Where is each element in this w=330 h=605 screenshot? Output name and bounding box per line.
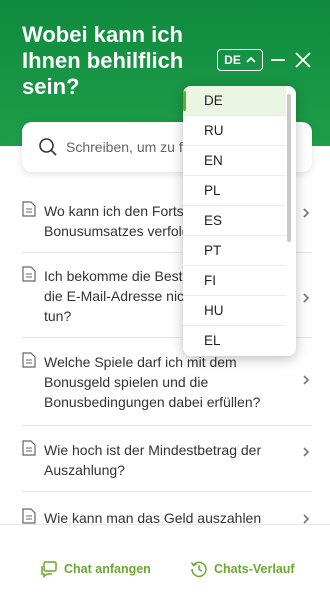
document-icon xyxy=(22,352,36,368)
chat-history-button[interactable]: Chats-Verlauf xyxy=(190,559,295,579)
chat-history-label: Chats-Verlauf xyxy=(214,562,295,576)
history-icon xyxy=(190,561,207,578)
chat-start-button[interactable]: Chat anfangen xyxy=(40,559,151,579)
footer: Chat anfangen Chats-Verlauf xyxy=(0,524,330,605)
close-icon[interactable] xyxy=(294,51,312,69)
language-option-fi[interactable]: FI xyxy=(183,266,286,296)
minimize-icon[interactable] xyxy=(270,52,286,68)
chat-start-label: Chat anfangen xyxy=(64,562,151,576)
language-option-el[interactable]: EL xyxy=(183,326,286,356)
document-icon xyxy=(22,266,36,282)
document-icon xyxy=(22,508,36,524)
dropdown-scrollbar[interactable] xyxy=(287,94,291,242)
language-option-es[interactable]: ES xyxy=(183,206,286,236)
language-selector-button[interactable]: DE xyxy=(217,49,263,71)
search-icon xyxy=(39,138,57,156)
faq-question: Welche Spiele darf ich mit dem Bonusgeld… xyxy=(44,354,261,410)
language-option-hu[interactable]: HU xyxy=(183,296,286,326)
chevron-up-icon xyxy=(246,56,256,63)
faq-item[interactable]: Welche Spiele darf ich mit dem Bonusgeld… xyxy=(22,352,312,426)
language-dropdown: DE RU EN PL ES PT FI HU EL xyxy=(183,86,296,356)
chat-icon xyxy=(41,561,57,578)
language-option-ru[interactable]: RU xyxy=(183,116,286,146)
chevron-right-icon xyxy=(303,293,310,303)
faq-question: Wie hoch ist der Mindestbetrag der Ausza… xyxy=(44,442,262,478)
chevron-right-icon xyxy=(303,208,310,218)
document-icon xyxy=(22,440,36,456)
language-selector-label: DE xyxy=(224,53,241,67)
chevron-right-icon xyxy=(303,375,310,385)
language-option-en[interactable]: EN xyxy=(183,146,286,176)
document-icon xyxy=(22,201,36,217)
language-option-de[interactable]: DE xyxy=(183,86,286,116)
language-option-pt[interactable]: PT xyxy=(183,236,286,266)
faq-item[interactable]: Wie hoch ist der Mindestbetrag der Ausza… xyxy=(22,440,312,492)
language-option-pl[interactable]: PL xyxy=(183,176,286,206)
chevron-right-icon xyxy=(303,447,310,457)
